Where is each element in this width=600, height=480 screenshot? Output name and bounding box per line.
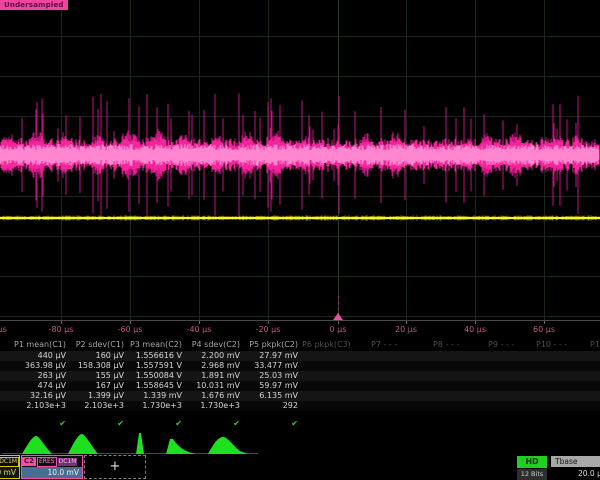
measure-header-p2[interactable]: P2 sdev(C1) [66, 340, 124, 350]
histicon-p1 [22, 436, 52, 454]
measure-header-p4[interactable]: P4 sdev(C2) [182, 340, 240, 350]
measure-header-p8[interactable]: P8 - - - [433, 340, 459, 350]
measure-mean: 2.968 mV [182, 361, 240, 371]
c1-coupling-badge: DC1M [0, 457, 19, 467]
time-axis-line [0, 320, 600, 321]
measure-max: 474 µV [8, 381, 66, 391]
axis-label: -80 µs [39, 325, 83, 334]
measure-num: 1.730e+3 [182, 401, 240, 411]
measure-sdev: 1.339 mV [124, 391, 182, 401]
measure-num: 1.730e+3 [124, 401, 182, 411]
axis-tick [199, 321, 200, 324]
c2-label: C2 [22, 457, 36, 466]
axis-label: -100 µs [0, 325, 14, 334]
measure-header-p6[interactable]: P6 pkpk(C3) [302, 340, 351, 350]
axis-label: 40 µs [453, 325, 497, 334]
channel-descriptor-c1[interactable]: C1 DC1M 10.0 mV [0, 455, 20, 479]
axis-tick [544, 321, 545, 324]
c2-trace-core [0, 144, 599, 166]
timebase-title: Tbase [551, 456, 600, 467]
measure-num: 2.103e+3 [66, 401, 124, 411]
measure-row-value: 440 µV 160 µV 1.556616 V 2.200 mV 27.97 … [0, 351, 600, 361]
measure-mean: 158.308 µV [66, 361, 124, 371]
timebase-value: 20.0 µs/div [578, 468, 600, 479]
measure-row-max: 474 µV 167 µV 1.558645 V 10.031 mV 59.97… [0, 381, 600, 391]
status-check-icon: ✔ [124, 419, 182, 429]
measure-header-p11[interactable]: P11 [590, 340, 600, 350]
histicon-p5 [208, 437, 248, 454]
undersampled-warning-badge: Undersampled [0, 0, 68, 10]
timebase-descriptor[interactable]: Tbase 20.0 µs/div [551, 456, 600, 479]
axis-tick [130, 321, 131, 324]
c1-vdiv-value: 10.0 mV [0, 467, 19, 478]
measure-mean: 1.557591 V [124, 361, 182, 371]
measure-row-mean: 363.98 µV 158.308 µV 1.557591 V 2.968 mV… [0, 361, 600, 371]
c2-vdiv-value: 10.0 mV [22, 467, 82, 478]
measure-sdev: 1.676 mV [182, 391, 240, 401]
c1-descriptor-top: C1 DC1M [0, 456, 19, 467]
add-channel-button[interactable]: + [84, 455, 146, 479]
measure-mean: 363.98 µV [8, 361, 66, 371]
histicon-p4 [166, 439, 196, 454]
measure-value: 2.200 mV [182, 351, 240, 361]
axis-tick [475, 321, 476, 324]
measure-header-p9[interactable]: P9 - - - [488, 340, 514, 350]
measure-min: 155 µV [66, 371, 124, 381]
histicon-p3 [136, 433, 144, 454]
axis-tick [61, 321, 62, 324]
measure-num: 2.103e+3 [8, 401, 66, 411]
measure-header-row: P1 mean(C1) P2 sdev(C1) P3 mean(C2) P4 s… [0, 340, 600, 350]
measure-header-p3[interactable]: P3 mean(C2) [124, 340, 182, 350]
measure-value: 440 µV [8, 351, 66, 361]
c2-descriptor-top: C2 ERES DC1M [22, 456, 82, 467]
measure-value: 27.97 mV [240, 351, 298, 361]
measure-histicons [0, 430, 300, 456]
measure-value: 160 µV [66, 351, 124, 361]
measure-sdev: 1.399 µV [66, 391, 124, 401]
measure-row-min: 263 µV 155 µV 1.550084 V 1.891 mV 25.03 … [0, 371, 600, 381]
axis-label: 20 µs [384, 325, 428, 334]
measure-mean: 33.477 mV [240, 361, 298, 371]
axis-tick [406, 321, 407, 324]
measure-row-sdev: 32.16 µV 1.399 µV 1.339 mV 1.676 mV 6.13… [0, 391, 600, 401]
waveform-grid-area [0, 0, 600, 320]
c2-eres-badge: ERES [37, 457, 57, 467]
axis-tick [338, 321, 339, 324]
measure-value: 1.556616 V [124, 351, 182, 361]
histicon-p2 [68, 434, 98, 454]
status-check-icon: ✔ [240, 419, 298, 429]
measure-header-p10[interactable]: P10 - - - [536, 340, 567, 350]
status-check-icon: ✔ [8, 419, 66, 429]
hd-mode-badge[interactable]: HD [517, 456, 547, 468]
axis-label: 0 µs [316, 325, 360, 334]
measure-max: 167 µV [66, 381, 124, 391]
measure-max: 10.031 mV [182, 381, 240, 391]
measure-header-p1[interactable]: P1 mean(C1) [8, 340, 66, 350]
measure-min: 25.03 mV [240, 371, 298, 381]
channel-descriptor-c2[interactable]: C2 ERES DC1M 10.0 mV [21, 455, 83, 479]
measure-min: 1.550084 V [124, 371, 182, 381]
status-check-icon: ✔ [66, 419, 124, 429]
measure-sdev: 32.16 µV [8, 391, 66, 401]
measure-max: 59.97 mV [240, 381, 298, 391]
axis-label: -60 µs [108, 325, 152, 334]
trigger-position-marker[interactable] [333, 313, 343, 320]
measure-row-status: ✔ ✔ ✔ ✔ ✔ [0, 419, 600, 429]
measure-num: 292 [240, 401, 298, 411]
hd-bits-label: 12 Bits [517, 469, 547, 480]
axis-tick [268, 321, 269, 324]
measure-min: 263 µV [8, 371, 66, 381]
axis-label: 60 µs [522, 325, 566, 334]
axis-label: -20 µs [246, 325, 290, 334]
axis-label: -40 µs [177, 325, 221, 334]
measure-min: 1.891 mV [182, 371, 240, 381]
measure-sdev: 6.135 mV [240, 391, 298, 401]
status-check-icon: ✔ [182, 419, 240, 429]
c2-coupling-badge: DC1M [58, 458, 78, 466]
measure-header-p7[interactable]: P7 - - - [371, 340, 397, 350]
measure-header-p5[interactable]: P5 pkpk(C2) [240, 340, 298, 350]
measure-max: 1.558645 V [124, 381, 182, 391]
oscilloscope-screen: Undersampled -100 µs -80 µs -60 µs -40 µ… [0, 0, 600, 480]
measure-row-num: 2.103e+3 2.103e+3 1.730e+3 1.730e+3 292 [0, 401, 600, 411]
